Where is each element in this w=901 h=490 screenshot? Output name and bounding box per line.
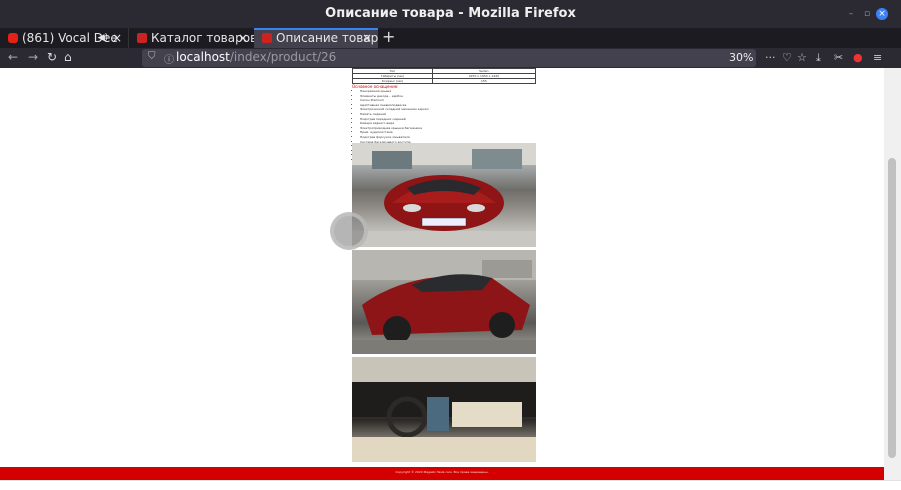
tesla-icon <box>137 33 147 43</box>
url-text[interactable]: localhost/index/product/26 <box>176 50 336 64</box>
table-cell: 155 <box>431 78 537 84</box>
spec-table: Тип Sedan Габариты (мм) 4970 x 1950 x 1445… <box>352 68 537 84</box>
car-rear-image <box>352 250 536 354</box>
scrollbar[interactable] <box>884 68 901 480</box>
more-icon[interactable]: ··· <box>765 51 776 64</box>
reload-icon[interactable]: ↻ <box>47 50 57 64</box>
tesla-icon <box>262 33 272 43</box>
close-tab-icon[interactable]: × <box>362 30 372 46</box>
screenshot-icon[interactable]: ✂ <box>834 51 843 64</box>
car-photo-interior <box>352 357 536 462</box>
shield-icon[interactable]: ⛉ <box>148 51 156 62</box>
url-path: /index/product/26 <box>229 50 337 64</box>
tab-product-description[interactable]: Описание товара × <box>254 28 378 48</box>
table-row: Клиренс (мм) 155 <box>352 78 537 84</box>
car-interior-image <box>352 357 536 462</box>
tab-catalog[interactable]: Каталог товаров × <box>128 28 254 48</box>
close-window-icon[interactable]: × <box>876 8 888 20</box>
scrollbar-thumb[interactable] <box>888 158 896 458</box>
url-bar[interactable]: ⛉ ⓘ localhost/index/product/26 <box>142 49 756 67</box>
car-photo-front <box>352 143 536 247</box>
download-icon[interactable]: ⤓ <box>816 51 821 65</box>
table-cell: Клиренс (мм) <box>352 78 433 84</box>
minimize-icon[interactable]: – <box>845 8 857 20</box>
page-content: Тип Sedan Габариты (мм) 4970 x 1950 x 1445… <box>0 68 884 480</box>
maximize-icon[interactable]: ▫ <box>861 8 873 20</box>
car-photo-rear <box>352 250 536 354</box>
bottom-strip <box>0 480 901 490</box>
info-icon[interactable]: ⓘ <box>164 51 174 66</box>
youtube-icon <box>8 33 18 43</box>
speaker-icon[interactable]: ◀) <box>98 28 108 48</box>
car-front-image <box>352 143 536 247</box>
footer-copyright: Copyright © 2024 Magazin Tesla cars. Все… <box>395 470 489 474</box>
home-icon[interactable]: ⌂ <box>64 50 72 64</box>
tab-bar: (861) Vocal Dee ◀) × Каталог товаров × О… <box>0 28 901 48</box>
extension-icon[interactable]: ● <box>853 51 863 64</box>
pocket-icon[interactable]: ♡ <box>782 51 792 64</box>
back-icon[interactable]: ← <box>8 50 18 64</box>
close-tab-icon[interactable]: × <box>238 28 248 48</box>
url-host: localhost <box>176 50 230 64</box>
window-title: Описание товара - Mozilla Firefox <box>325 6 576 21</box>
zoom-level[interactable]: 30% <box>729 51 753 64</box>
bookmark-star-icon[interactable]: ☆ <box>797 51 807 64</box>
navigation-toolbar: ← → ↻ ⌂ ⛉ ⓘ localhost/index/product/26 3… <box>0 48 901 68</box>
tab-youtube[interactable]: (861) Vocal Dee ◀) × <box>0 28 128 48</box>
close-tab-icon[interactable]: × <box>112 28 122 48</box>
forward-icon[interactable]: → <box>28 50 38 64</box>
page-footer: Copyright © 2024 Magazin Tesla cars. Все… <box>0 467 884 480</box>
loading-spinner-icon <box>330 212 368 250</box>
menu-icon[interactable]: ≡ <box>873 51 882 64</box>
new-tab-button[interactable]: + <box>382 28 395 46</box>
window-titlebar: Описание товара - Mozilla Firefox – ▫ × <box>0 0 901 28</box>
